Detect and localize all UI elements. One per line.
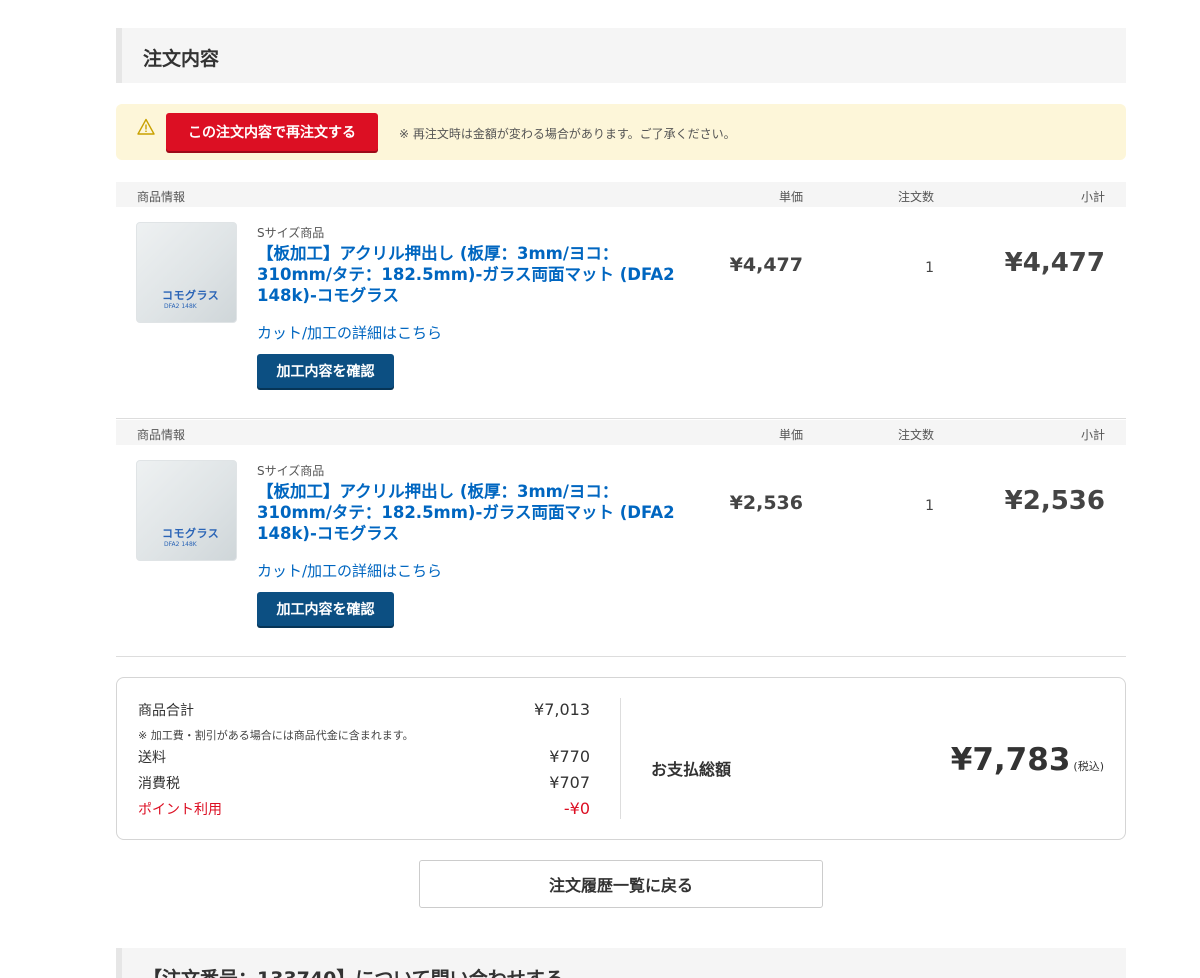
column-info: 商品情報	[137, 428, 186, 442]
column-unit-price: 単価	[778, 428, 803, 442]
cut-details-link[interactable]: カット/加工の詳細はこちら	[257, 322, 442, 343]
item-column-header: 商品情報 単価 注文数 小計	[116, 420, 1126, 445]
payment-total-amount: ¥7,783	[950, 742, 1071, 778]
section-header: 注文内容	[116, 28, 1126, 83]
items-bottom-divider	[116, 656, 1126, 657]
inquiry-section-header: 【注文番号：133740】について問い合わせする	[116, 948, 1126, 978]
goods-total-label: 商品合計	[138, 703, 194, 719]
shipping-label: 送料	[138, 750, 166, 766]
unit-price: ¥4,477	[729, 254, 803, 276]
size-tag: Sサイズ商品	[257, 226, 325, 240]
order-item: 商品情報 単価 注文数 小計 コモグラス DFA2 148K Sサイズ商品 【板…	[116, 182, 1126, 418]
tax-value: ¥707	[549, 773, 590, 792]
confirm-processing-button[interactable]: 加工内容を確認	[257, 592, 394, 626]
reorder-notice: この注文内容で再注文する ※ 再注文時は金額が変わる場合があります。ご了承くださ…	[116, 104, 1126, 160]
unit-price: ¥2,536	[729, 492, 803, 514]
cut-details-link[interactable]: カット/加工の詳細はこちら	[257, 560, 442, 581]
thumbnail-code-text: DFA2 148K	[164, 303, 197, 310]
reorder-notice-text: ※ 再注文時は金額が変わる場合があります。ご了承ください。	[399, 127, 736, 141]
tax-included-note: (税込)	[1073, 760, 1104, 773]
summary-note: ※ 加工費・割引がある場合には商品代金に含まれます。	[138, 729, 414, 742]
item-subtotal: ¥4,477	[1004, 248, 1105, 278]
points-label: ポイント利用	[138, 802, 222, 818]
thumbnail-logo-text: コモグラス	[162, 527, 220, 540]
product-thumbnail[interactable]: コモグラス DFA2 148K	[136, 222, 237, 323]
column-quantity: 注文数	[897, 428, 934, 442]
item-column-header: 商品情報 単価 注文数 小計	[116, 182, 1126, 207]
goods-total-value: ¥7,013	[534, 700, 590, 719]
page-title: 注文内容	[143, 48, 220, 70]
tax-label: 消費税	[138, 776, 180, 792]
confirm-processing-button[interactable]: 加工内容を確認	[257, 354, 394, 388]
size-tag: Sサイズ商品	[257, 464, 325, 478]
item-divider	[116, 418, 1126, 419]
back-to-order-history-button[interactable]: 注文履歴一覧に戻る	[419, 860, 823, 908]
quantity: 1	[925, 260, 934, 276]
reorder-button[interactable]: この注文内容で再注文する	[166, 113, 378, 151]
product-name-link[interactable]: 【板加工】アクリル押出し (板厚：3mm/ヨコ：310mm/タテ：182.5mm…	[257, 481, 677, 544]
payment-total-label: お支払総額	[651, 760, 732, 779]
order-item: 商品情報 単価 注文数 小計 コモグラス DFA2 148K Sサイズ商品 【板…	[116, 420, 1126, 656]
warning-icon	[137, 118, 155, 135]
column-unit-price: 単価	[778, 190, 803, 204]
shipping-value: ¥770	[549, 747, 590, 766]
quantity: 1	[925, 498, 934, 514]
order-summary: 商品合計 ¥7,013 ※ 加工費・割引がある場合には商品代金に含まれます。 送…	[116, 677, 1126, 840]
item-subtotal: ¥2,536	[1004, 486, 1105, 516]
product-name-link[interactable]: 【板加工】アクリル押出し (板厚：3mm/ヨコ：310mm/タテ：182.5mm…	[257, 243, 677, 306]
payment-total: ¥7,783 (税込)	[951, 742, 1104, 778]
column-subtotal: 小計	[1080, 190, 1105, 204]
inquiry-title: 【注文番号：133740】について問い合わせする	[143, 964, 564, 978]
summary-divider	[620, 698, 621, 819]
thumbnail-code-text: DFA2 148K	[164, 541, 197, 548]
column-subtotal: 小計	[1080, 428, 1105, 442]
column-info: 商品情報	[137, 190, 186, 204]
points-value: -¥0	[563, 799, 590, 818]
column-quantity: 注文数	[897, 190, 934, 204]
thumbnail-logo-text: コモグラス	[162, 289, 220, 302]
product-thumbnail[interactable]: コモグラス DFA2 148K	[136, 460, 237, 561]
